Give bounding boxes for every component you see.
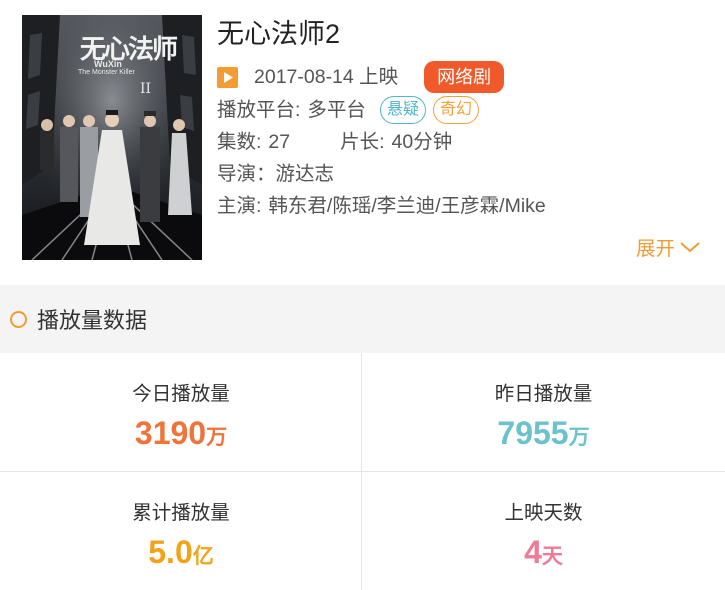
stats-grid: 今日播放量 3190万 昨日播放量 7955万 累计播放量 5.0亿 上映天数 … bbox=[0, 353, 725, 590]
stat-label: 累计播放量 bbox=[132, 502, 230, 524]
stat-number: 4 bbox=[524, 534, 542, 570]
type-badge: 网络剧 bbox=[424, 61, 505, 93]
stat-value: 5.0亿 bbox=[0, 533, 362, 576]
episodes-label: 集数: bbox=[217, 131, 262, 153]
stat-unit: 天 bbox=[541, 545, 563, 568]
stat-label: 今日播放量 bbox=[132, 383, 230, 405]
cast-label: 主演: bbox=[217, 195, 262, 217]
poster-numeral: II bbox=[140, 81, 152, 97]
genre-tag-fantasy[interactable]: 奇幻 bbox=[432, 96, 479, 124]
episodes-row: 集数: 27 片长: 40分钟 bbox=[217, 126, 717, 158]
stat-unit: 亿 bbox=[192, 545, 214, 568]
poster-subtitle-en2: The Monster Killer bbox=[78, 69, 135, 76]
stat-unit: 万 bbox=[568, 426, 590, 449]
release-row: 2017-08-14 上映 网络剧 bbox=[217, 60, 717, 94]
poster-subtitle-en: WuXin bbox=[94, 59, 122, 69]
section-title: 播放量数据 bbox=[37, 308, 148, 333]
show-title: 无心法师2 bbox=[217, 19, 341, 49]
stat-number: 7955 bbox=[497, 415, 569, 451]
stat-total: 累计播放量 5.0亿 bbox=[0, 472, 362, 590]
stat-today: 今日播放量 3190万 bbox=[0, 353, 362, 471]
episodes-value: 27 bbox=[268, 131, 291, 153]
expand-button[interactable]: 展开 bbox=[636, 232, 701, 261]
poster-image[interactable]: 无心法师 WuXin The Monster Killer II bbox=[22, 15, 202, 260]
director-value: 游达志 bbox=[275, 163, 335, 185]
show-info: 无心法师2 2017-08-14 上映 网络剧 播放平台: 多平台 悬疑 奇幻 … bbox=[217, 14, 717, 222]
cast-row: 主演: 韩东君/陈瑶/李兰迪/王彦霖/Mike bbox=[217, 190, 717, 222]
chevron-down-icon bbox=[680, 241, 700, 252]
stat-yesterday: 昨日播放量 7955万 bbox=[362, 353, 725, 471]
director-label: 导演： bbox=[217, 163, 276, 185]
duration-value: 40分钟 bbox=[391, 131, 453, 153]
platform-label: 播放平台: bbox=[217, 99, 301, 121]
play-icon[interactable] bbox=[217, 66, 238, 88]
cast-value: 韩东君/陈瑶/李兰迪/王彦霖/Mike bbox=[268, 195, 546, 217]
platform-value: 多平台 bbox=[307, 99, 366, 121]
stat-label: 上映天数 bbox=[504, 502, 583, 524]
director-row: 导演： 游达志 bbox=[217, 158, 717, 190]
stat-value: 7955万 bbox=[362, 414, 725, 457]
circle-icon bbox=[10, 310, 27, 328]
section-header: 播放量数据 bbox=[0, 285, 725, 353]
stat-label: 昨日播放量 bbox=[494, 383, 593, 405]
show-header: 无心法师 WuXin The Monster Killer II 无心法师2 2… bbox=[0, 0, 725, 285]
platform-row: 播放平台: 多平台 悬疑 奇幻 bbox=[217, 94, 717, 126]
stat-number: 3190 bbox=[134, 415, 207, 451]
stat-unit: 万 bbox=[206, 426, 228, 449]
stat-value: 3190万 bbox=[0, 414, 362, 457]
expand-label: 展开 bbox=[635, 238, 675, 260]
release-date: 2017-08-14 上映 bbox=[254, 66, 399, 88]
genre-tag-suspense[interactable]: 悬疑 bbox=[379, 96, 426, 124]
stat-value: 4天 bbox=[362, 533, 725, 576]
stat-days: 上映天数 4天 bbox=[362, 472, 725, 590]
duration-label: 片长: bbox=[340, 131, 385, 153]
stat-number: 5.0 bbox=[148, 534, 193, 570]
